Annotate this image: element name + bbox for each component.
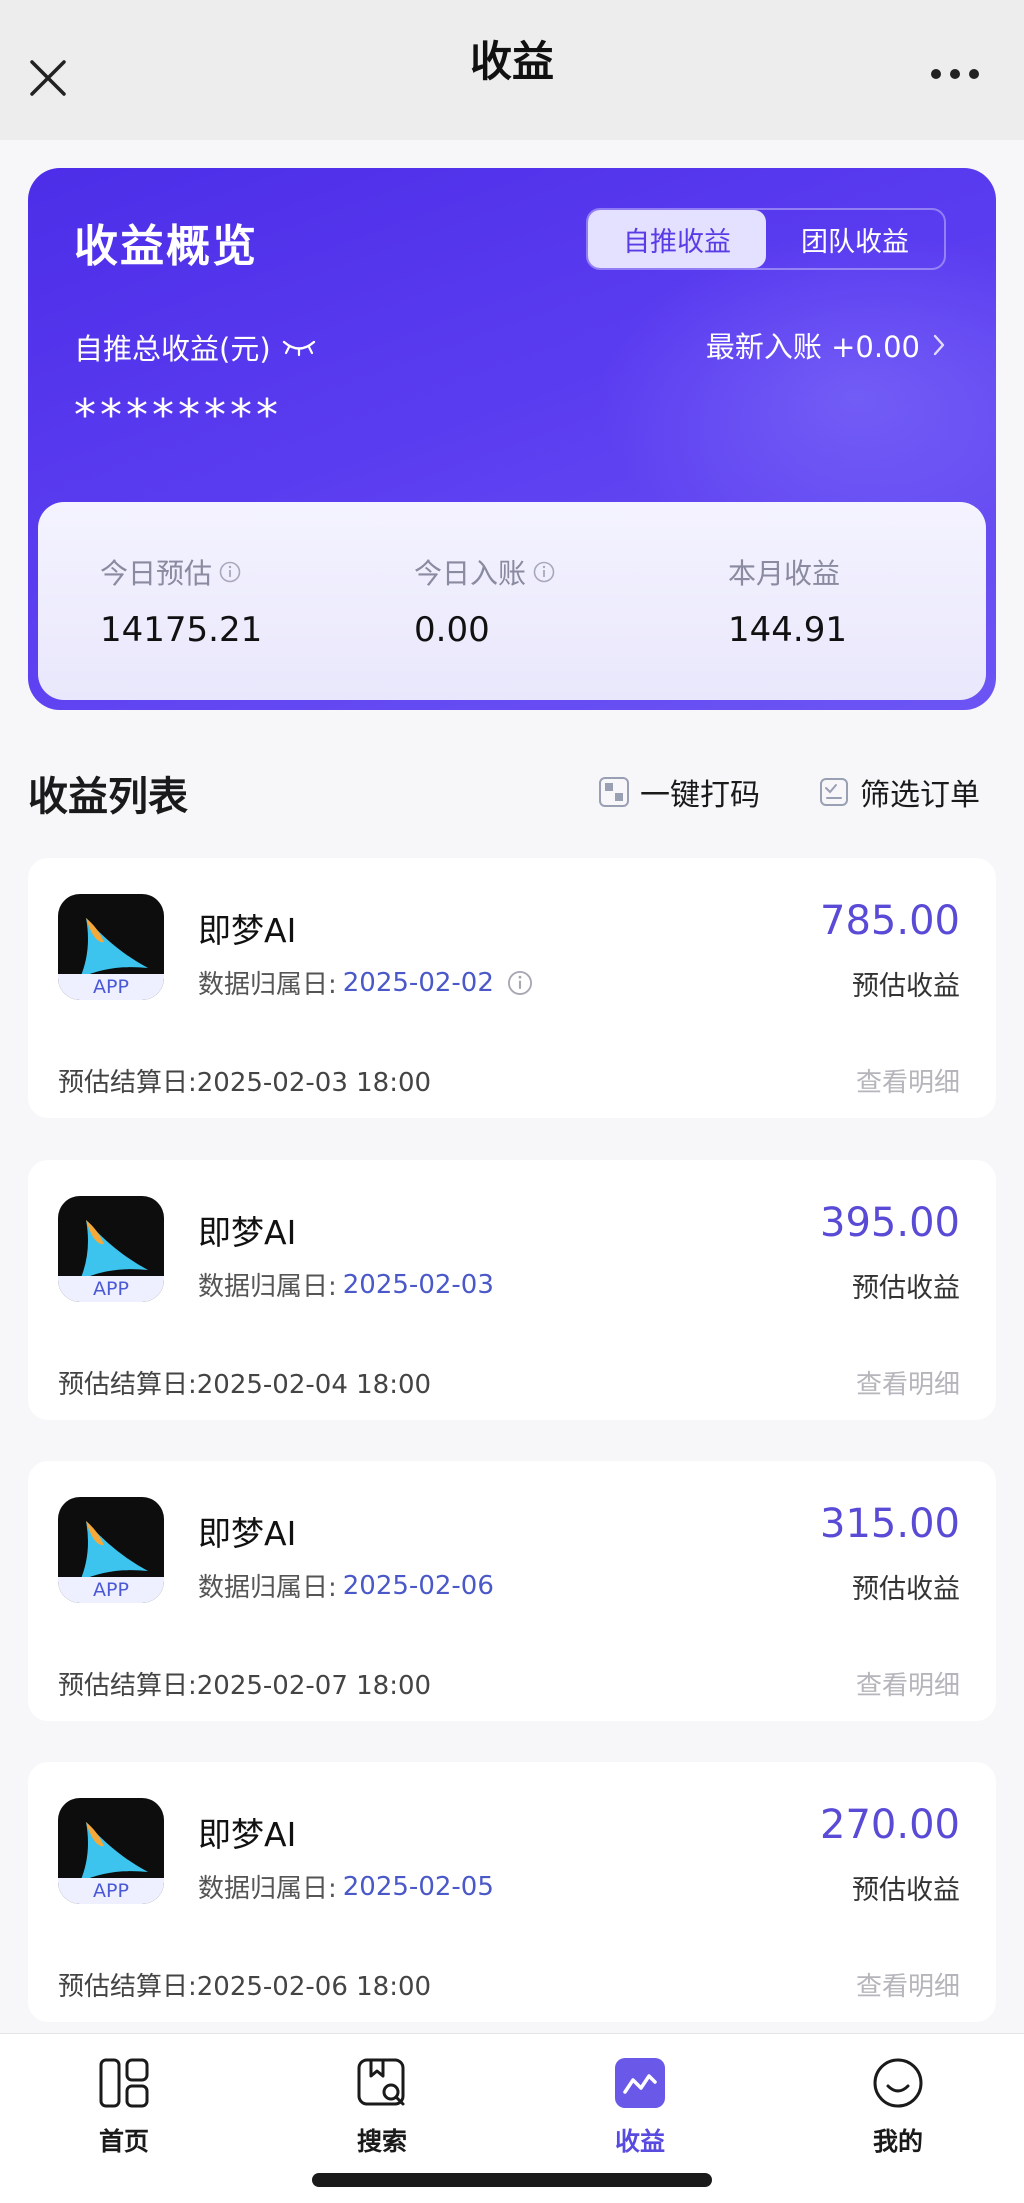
masked-total-value: ******** [74, 390, 282, 441]
tab-earnings[interactable]: 收益 [580, 2056, 700, 2158]
app-logo: APP [58, 1196, 164, 1302]
stat-value: 144.91 [728, 610, 847, 650]
app-tag: APP [58, 1577, 164, 1603]
app-name: 即梦AI [198, 1815, 297, 1854]
earning-item[interactable]: APP 即梦AI 数据归属日: 2025-02-02 785.00 预估收益 预… [28, 858, 996, 1118]
app-tag: APP [58, 1878, 164, 1904]
data-date-row: 数据归属日: 2025-02-03 [198, 1266, 494, 1303]
mosaic-label: 一键打码 [640, 778, 760, 813]
earning-item[interactable]: APP 即梦AI 数据归属日: 2025-02-06 315.00 预估收益 预… [28, 1461, 996, 1721]
stat-month-earnings: 本月收益 144.91 [728, 552, 847, 650]
earnings-chart-icon [615, 2058, 665, 2108]
filter-order-icon [820, 778, 848, 806]
view-detail-link[interactable]: 查看明细 [856, 1062, 960, 1099]
overview-title: 收益概览 [74, 221, 258, 272]
stat-today-estimate: 今日预估 14175.21 [100, 552, 262, 650]
tab-label: 首页 [98, 2127, 149, 2156]
app-logo: APP [58, 1798, 164, 1904]
view-detail-link[interactable]: 查看明细 [856, 1364, 960, 1401]
stat-value: 14175.21 [100, 610, 263, 650]
amount-value: 270.00 [820, 1802, 960, 1848]
filter-orders-button[interactable]: 筛选订单 [818, 770, 980, 814]
info-icon[interactable] [506, 969, 534, 997]
total-earnings-row: 自推总收益(元) [74, 326, 317, 368]
filter-orders-label: 筛选订单 [860, 778, 980, 813]
amount-label: 预估收益 [852, 971, 960, 1002]
home-grid-icon [99, 2058, 149, 2108]
search-image-icon [357, 2058, 405, 2106]
app-logo: APP [58, 894, 164, 1000]
amount-label: 预估收益 [852, 1273, 960, 1304]
app-name: 即梦AI [198, 911, 297, 950]
amount-value: 395.00 [820, 1200, 960, 1246]
date-prefix: 数据归属日: [198, 1874, 337, 1904]
mosaic-icon [599, 777, 629, 807]
view-detail-link[interactable]: 查看明细 [856, 1966, 960, 2003]
app-tag: APP [58, 974, 164, 1000]
earnings-overview-card: 收益概览 自推收益 团队收益 自推总收益(元) 最新入账 +0.00 *****… [28, 168, 996, 710]
date-prefix: 数据归属日: [198, 1272, 337, 1302]
data-date-row: 数据归属日: 2025-02-06 [198, 1567, 494, 1604]
total-earnings-label: 自推总收益(元) [74, 332, 271, 366]
page-title: 收益 [469, 37, 554, 86]
stat-label: 今日预估 [100, 557, 213, 590]
app-logo: APP [58, 1497, 164, 1603]
app-tag: APP [58, 1276, 164, 1302]
info-icon[interactable] [532, 560, 556, 584]
tab-home[interactable]: 首页 [64, 2056, 184, 2158]
overview-stats-panel: 今日预估 14175.21 今日入账 0.00 本月收益 144.91 [38, 502, 986, 700]
data-date-row: 数据归属日: 2025-02-02 [198, 964, 534, 1001]
app-name: 即梦AI [198, 1213, 297, 1252]
latest-credit-link[interactable]: 最新入账 +0.00 [706, 324, 946, 366]
amount-label: 预估收益 [852, 1574, 960, 1605]
stat-label: 本月收益 [728, 557, 841, 590]
tab-label: 我的 [872, 2127, 923, 2156]
tab-label: 收益 [614, 2127, 665, 2156]
tab-team-earnings[interactable]: 团队收益 [766, 210, 944, 268]
settle-date: 预估结算日:2025-02-06 18:00 [58, 1972, 432, 2002]
app-name: 即梦AI [198, 1514, 297, 1553]
more-icon[interactable] [928, 66, 982, 82]
eye-closed-icon[interactable] [281, 337, 317, 357]
profile-smile-icon [873, 2058, 923, 2108]
overview-tab-switch: 自推收益 团队收益 [586, 208, 946, 270]
amount-label: 预估收益 [852, 1875, 960, 1906]
date-value: 2025-02-03 [342, 1269, 494, 1300]
earning-item[interactable]: APP 即梦AI 数据归属日: 2025-02-05 270.00 预估收益 预… [28, 1762, 996, 2022]
settle-date: 预估结算日:2025-02-04 18:00 [58, 1370, 432, 1400]
tab-self-earnings[interactable]: 自推收益 [588, 210, 766, 268]
top-nav-bar: 收益 [0, 0, 1024, 140]
info-icon[interactable] [218, 560, 242, 584]
data-date-row: 数据归属日: 2025-02-05 [198, 1868, 494, 1905]
tab-label: 搜索 [356, 2127, 407, 2156]
earning-item[interactable]: APP 即梦AI 数据归属日: 2025-02-03 395.00 预估收益 预… [28, 1160, 996, 1420]
date-value: 2025-02-05 [342, 1871, 494, 1902]
date-prefix: 数据归属日: [198, 1573, 337, 1603]
mosaic-button[interactable]: 一键打码 [598, 770, 760, 814]
tab-search[interactable]: 搜索 [322, 2056, 442, 2158]
latest-credit-label: 最新入账 +0.00 [705, 330, 920, 364]
date-prefix: 数据归属日: [198, 970, 337, 1000]
stat-today-credited: 今日入账 0.00 [414, 552, 556, 650]
amount-value: 315.00 [820, 1501, 960, 1547]
stat-value: 0.00 [414, 610, 490, 650]
tab-mine[interactable]: 我的 [838, 2056, 958, 2158]
settle-date: 预估结算日:2025-02-07 18:00 [58, 1671, 432, 1701]
amount-value: 785.00 [820, 898, 960, 944]
chevron-right-icon [933, 334, 945, 356]
view-detail-link[interactable]: 查看明细 [856, 1665, 960, 1702]
home-indicator[interactable] [312, 2173, 712, 2187]
date-value: 2025-02-02 [342, 967, 494, 998]
settle-date: 预估结算日:2025-02-03 18:00 [58, 1068, 432, 1098]
stat-label: 今日入账 [414, 557, 527, 590]
earnings-list-title: 收益列表 [28, 774, 188, 820]
date-value: 2025-02-06 [342, 1570, 494, 1601]
